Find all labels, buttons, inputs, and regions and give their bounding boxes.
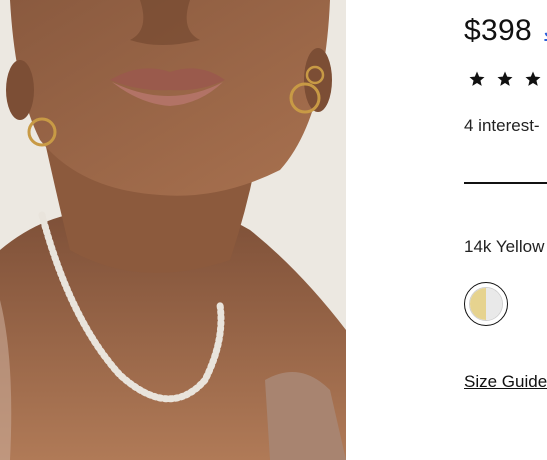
product-photo <box>0 0 346 460</box>
price-row: $398 J <box>464 14 547 48</box>
product-details-panel: $398 J 4 interest- 14k Yellow Size Guide <box>346 0 547 460</box>
metal-swatch-button[interactable] <box>464 282 508 326</box>
swatch-gold-half <box>470 288 486 320</box>
section-divider <box>464 182 547 184</box>
star-icon <box>468 70 486 88</box>
size-guide-link[interactable]: Size Guide <box>464 372 547 392</box>
metal-swatch-icon <box>469 287 503 321</box>
swatch-silver-half <box>486 288 502 320</box>
rating-stars[interactable] <box>468 70 542 88</box>
product-price: $398 <box>464 14 532 47</box>
star-icon <box>524 70 542 88</box>
metal-label: 14k Yellow <box>464 237 545 256</box>
star-icon <box>496 70 514 88</box>
installments-text: 4 interest- <box>464 116 540 135</box>
